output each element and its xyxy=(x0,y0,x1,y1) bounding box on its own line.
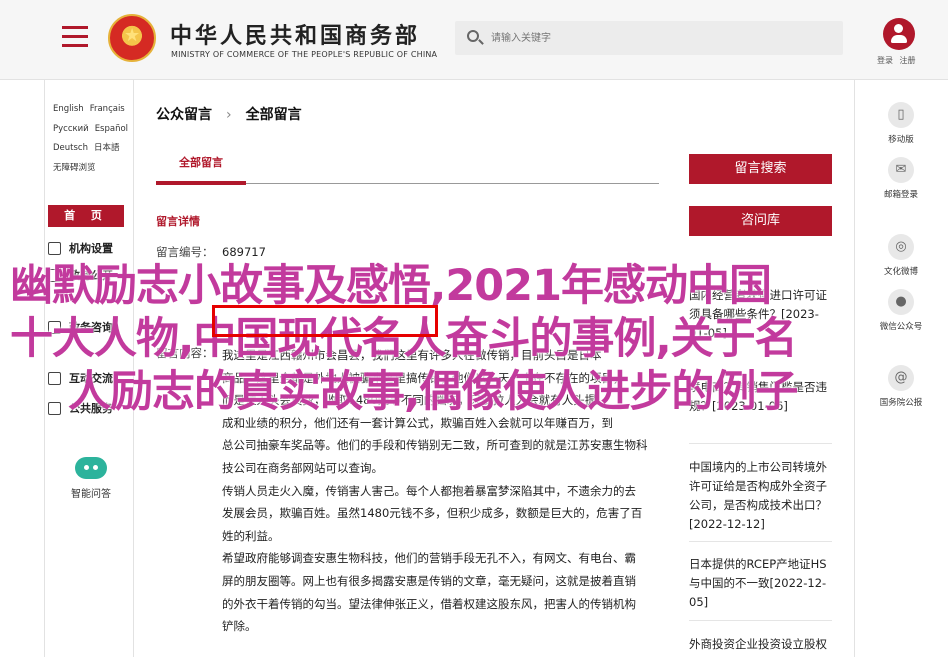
nav-label: 政务咨询 xyxy=(69,321,113,334)
mobile-icon: ▯ xyxy=(888,102,914,128)
faq-library-button[interactable]: 咨问库 xyxy=(689,206,832,236)
lang-russian[interactable]: Русский xyxy=(53,124,89,134)
login-link[interactable]: 登录 xyxy=(877,56,893,65)
nav-org-structure[interactable]: 机构设置 xyxy=(48,238,134,258)
content-line: 我这里是江西赣州市会昌县，我们这里有许多人在做传销，目前头目是日本 xyxy=(222,348,602,362)
smart-qa-button[interactable]: 智能问答 xyxy=(67,457,115,500)
comment-icon xyxy=(48,371,61,385)
content-line: 发展会员，欺骗百姓。虽然1480元钱不多，但积少成多，数额是巨大的，危害了百 xyxy=(222,506,643,521)
highlight-frame xyxy=(212,305,438,337)
accessibility-link[interactable]: 无障碍浏览 xyxy=(53,163,96,173)
content-line: 姓的利益。 xyxy=(222,528,280,543)
message-id-label: 留言编号： xyxy=(156,245,214,259)
wechat-link[interactable]: ● 微信公众号 xyxy=(867,289,935,332)
active-tab-indicator xyxy=(156,181,246,185)
chevron-right-icon: › xyxy=(226,107,232,123)
search-box xyxy=(455,21,843,55)
home-button[interactable]: 首 页 xyxy=(48,205,124,227)
content-line: 的外衣干着传销的勾当。望法律伸张正义，借着权建这股东风，把害人的传销机构 xyxy=(222,596,636,611)
content-line: 商品，这里全都是外地人被骗来这里搞传销，他们以一天一个在不存在的项目， xyxy=(222,370,625,385)
related-link[interactable]: 境电商？其销售门槛是否违规？[2023-01-06] xyxy=(689,378,829,416)
lang-japanese[interactable]: 日本語 xyxy=(94,143,120,153)
user-icon[interactable] xyxy=(883,18,915,50)
detail-title: 留言详情 xyxy=(156,215,200,228)
left-sidebar: English Français Русский Español Deutsch 日本… xyxy=(44,80,134,657)
mail-login-link[interactable]: ✉ 邮箱登录 xyxy=(867,157,935,200)
breadcrumb-all-messages[interactable]: 全部留言 xyxy=(246,107,302,123)
related-link[interactable]: 中国境内的上市公司转境外许可证给是否构成外全资子公司，是否构成技术出口？[202… xyxy=(689,458,829,534)
nav-label: 公共服务 xyxy=(69,402,113,415)
lang-english[interactable]: English xyxy=(53,104,84,114)
search-icon[interactable] xyxy=(467,30,479,42)
national-emblem-logo xyxy=(108,14,156,62)
breadcrumb: 公众留言 › 全部留言 xyxy=(156,104,302,124)
rs-label: 移动版 xyxy=(888,135,914,145)
at-icon: @ xyxy=(888,365,914,391)
weibo-link[interactable]: ◎ 文化微博 xyxy=(867,234,935,277)
content-line: 而是拉人头会员费，收取1480元等不同的档次，只要拉人入会就有人头提 xyxy=(222,393,597,408)
search-input[interactable] xyxy=(491,29,821,47)
message-id-field: 留言编号： 689717 xyxy=(156,244,266,260)
lang-spanish[interactable]: Español xyxy=(95,124,128,134)
content-line: 铲除。 xyxy=(222,619,257,634)
wechat-icon: ● xyxy=(888,289,914,315)
nav-label: 互动交流 xyxy=(69,372,113,385)
site-header: 中华人民共和国商务部 MINISTRY OF COMMERCE OF THE P… xyxy=(0,0,948,80)
state-council-gazette-link[interactable]: @ 国务院公报 xyxy=(867,365,935,408)
nav-label: 政务公开 xyxy=(69,269,113,282)
content-label: 留言内容： xyxy=(156,346,214,360)
content-line: 屏的朋友圈等。网上也有很多揭露安惠是传销的文章，毫无疑问，这就是披着直销 xyxy=(222,573,636,588)
menu-icon[interactable] xyxy=(62,26,88,48)
content-line: 总公司抽豪车奖品等。他们的手段和传销别无二致，所可查到的就是江苏安惠生物科 xyxy=(222,438,648,453)
message-search-button[interactable]: 留言搜索 xyxy=(689,154,832,184)
mobile-version-link[interactable]: ▯ 移动版 xyxy=(867,102,935,145)
lang-german[interactable]: Deutsch xyxy=(53,143,88,153)
weibo-icon: ◎ xyxy=(888,234,914,260)
content-line: 传销人员走火入魔，传销害人害己。每个人都抱着暴富梦深陷其中，不遗余力的去 xyxy=(222,483,636,498)
related-link[interactable]: 国内经营者获得进口许可证须具备哪些条件？[2023-01-05] xyxy=(689,286,829,343)
site-subtitle: MINISTRY OF COMMERCE OF THE PEOPLE'S REP… xyxy=(171,50,438,59)
nav-label: 机构设置 xyxy=(69,242,113,255)
tab-all-messages[interactable]: 全部留言 xyxy=(156,154,246,170)
register-link[interactable]: 注册 xyxy=(900,56,916,65)
site-title: 中华人民共和国商务部 xyxy=(170,24,421,49)
right-sidebar: ▯ 移动版 ✉ 邮箱登录 ◎ 文化微博 ● 微信公众号 @ 国务院公报 xyxy=(854,80,948,657)
divider xyxy=(689,541,832,542)
lang-french[interactable]: Français xyxy=(90,104,125,114)
nav-public-service[interactable]: 公共服务 xyxy=(48,398,134,418)
breadcrumb-public-message[interactable]: 公众留言 xyxy=(156,107,212,123)
document-icon xyxy=(48,268,61,282)
nav-interaction[interactable]: 互动交流 xyxy=(48,368,134,388)
divider xyxy=(689,620,832,621)
related-link[interactable]: 日本提供的RCEP产地证HS与中国的不一致[2022-12-05] xyxy=(689,555,829,612)
rs-label: 邮箱登录 xyxy=(883,190,918,200)
rs-label: 国务院公报 xyxy=(879,398,923,408)
rs-label: 文化微博 xyxy=(883,267,918,277)
language-list: English Français Русский Español Deutsch 日本… xyxy=(53,100,133,178)
content-line: 成和业绩的积分，他们还有一套计算公式，欺骗百姓入会就可以年赚百万，到 xyxy=(222,415,613,430)
content-line: 技公司在商务部网站可以查询。 xyxy=(222,460,383,475)
chat-icon xyxy=(48,320,61,334)
user-links: 登录 注册 xyxy=(877,55,920,66)
chatbot-icon xyxy=(75,457,107,479)
message-id-value: 689717 xyxy=(222,245,266,259)
mail-icon: ✉ xyxy=(888,157,914,183)
divider xyxy=(689,443,832,444)
related-link[interactable]: 外商投资企业投资设立股权变 xyxy=(689,635,829,657)
smart-qa-label: 智能问答 xyxy=(71,489,111,500)
message-content: 我这里是江西赣州市会昌县，我们这里有许多人在做传销，目前头目是日本 商品，这里全… xyxy=(222,344,660,638)
rs-label: 微信公众号 xyxy=(879,322,923,332)
nav-gov-consult[interactable]: 政务咨询 xyxy=(48,317,134,337)
content-line: 希望政府能够调查安惠生物科技，他们的营销手段无孔不入，有网文、有电台、霸 xyxy=(222,551,636,566)
grid-icon xyxy=(48,241,61,255)
service-icon xyxy=(48,401,61,415)
nav-gov-open[interactable]: 政务公开 xyxy=(48,265,134,285)
